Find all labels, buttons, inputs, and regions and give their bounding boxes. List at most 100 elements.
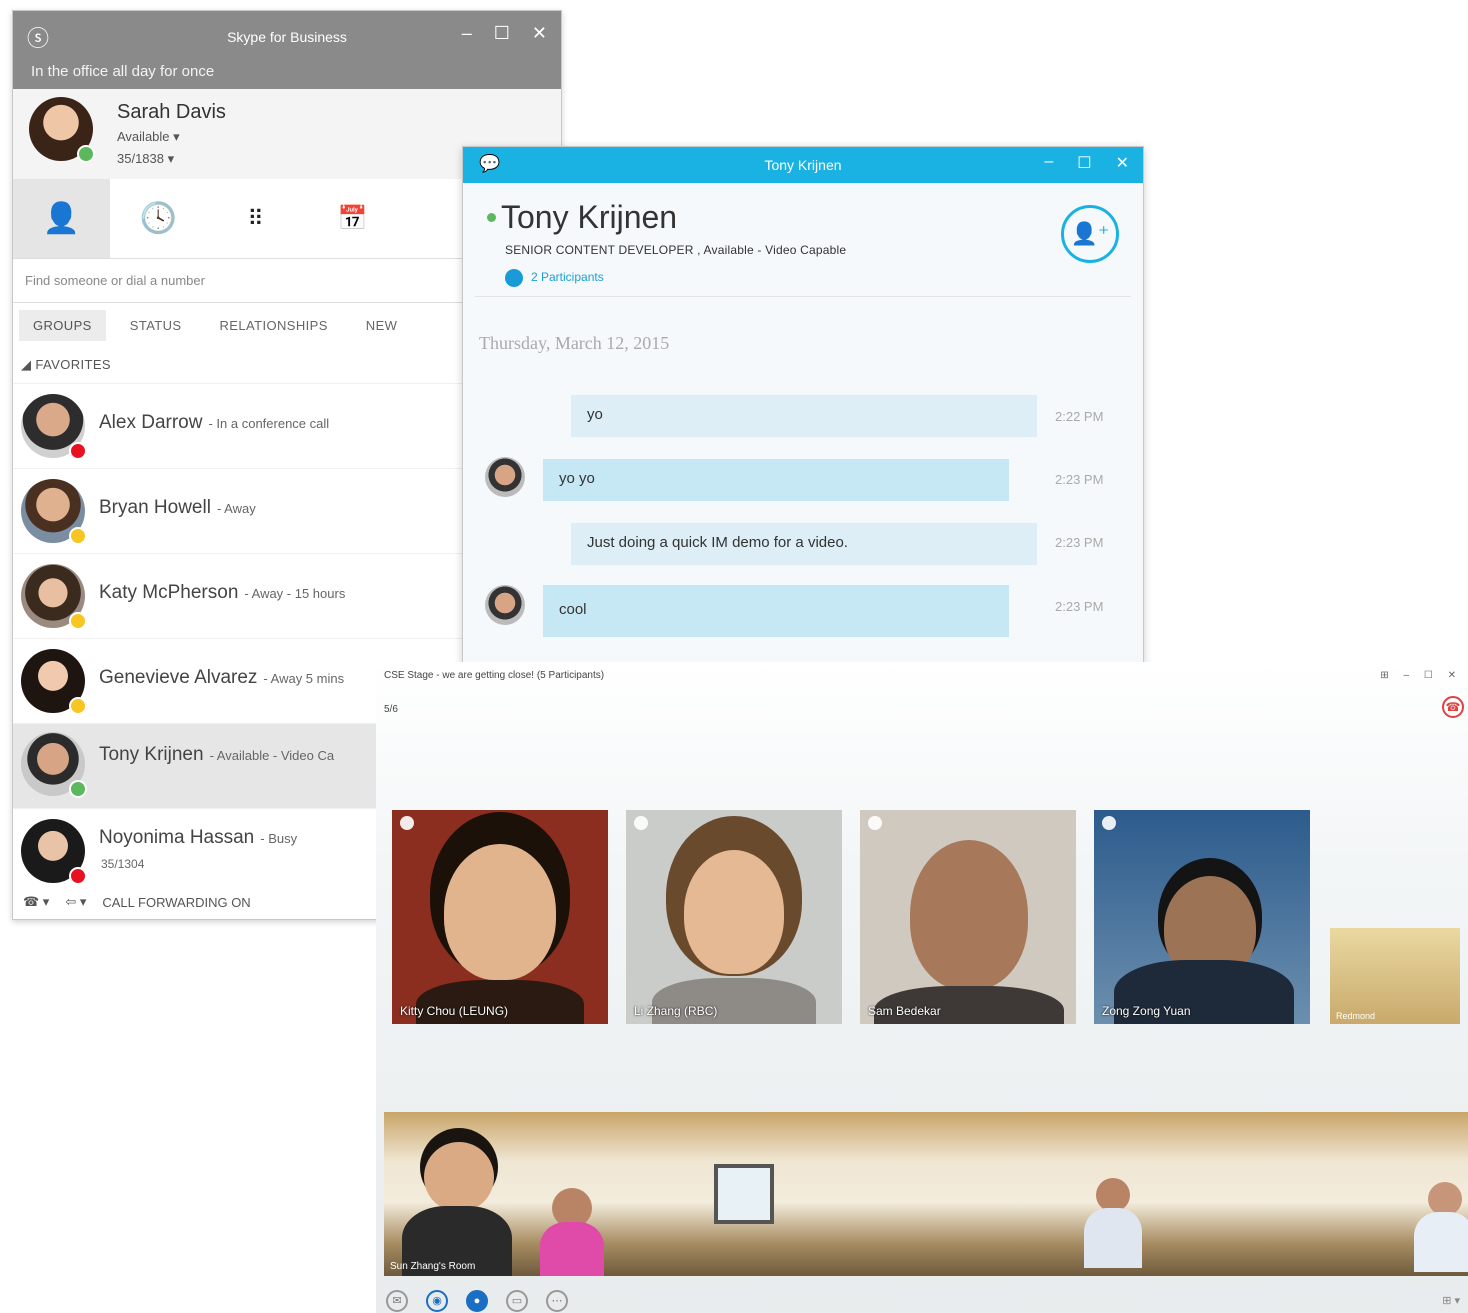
participant-count[interactable]: 5/6	[384, 704, 398, 715]
contact-status: - Away - 15 hours	[244, 586, 346, 601]
monitor-icon: ▭	[511, 1295, 523, 1307]
available-presence-icon	[487, 213, 496, 222]
meeting-title: CSE Stage - we are getting close! (5 Par…	[384, 670, 605, 681]
video-button[interactable]: ◉	[426, 1290, 448, 1312]
call-forward-button[interactable]: ⇦ ▾	[65, 894, 86, 910]
participant-name: Zong Zong Yuan	[1102, 1004, 1191, 1018]
clock-icon: 🕓	[139, 202, 178, 235]
more-icon: ⋯	[551, 1295, 563, 1307]
contact-avatar	[21, 564, 87, 630]
chat-icon: ✉	[392, 1295, 402, 1307]
dialpad-icon: ⠿	[247, 205, 264, 231]
contacts-tab[interactable]: 👤	[13, 179, 110, 258]
presence-status-dropdown[interactable]: Available ▾	[117, 129, 180, 145]
tab-new[interactable]: NEW	[352, 310, 412, 341]
microphone-icon	[1102, 816, 1116, 830]
maximize-button[interactable]: ☐	[494, 23, 510, 44]
calendar-icon: 📅	[337, 205, 368, 232]
contact-name: Alex Darrow	[99, 412, 203, 433]
contact-status: - Away	[216, 501, 256, 516]
tab-status[interactable]: STATUS	[116, 310, 196, 341]
im-conversation-window: 💬 Tony Krijnen – ☐ ✕ Tony Krijnen SENIOR…	[462, 146, 1144, 666]
contact-location: 35/1304	[101, 857, 145, 871]
add-person-icon: 👤⁺	[1070, 221, 1110, 246]
panoramic-room-video[interactable]: Sun Zhang's Room	[384, 1112, 1468, 1276]
call-forwarding-status[interactable]: CALL FORWARDING ON	[102, 895, 250, 910]
participant-name: Li Zhang (RBC)	[634, 1004, 718, 1018]
microphone-icon	[634, 816, 648, 830]
more-button[interactable]: ⋯	[546, 1290, 568, 1312]
contact-name: Bryan Howell	[99, 497, 211, 518]
chat-titlebar: 💬 Tony Krijnen – ☐ ✕	[463, 147, 1143, 183]
user-avatar[interactable]	[29, 97, 95, 163]
video-tile[interactable]: Zong Zong Yuan	[1094, 810, 1310, 1024]
meetings-tab[interactable]: 📅	[304, 179, 401, 258]
message-time: 2:23 PM	[1055, 535, 1104, 550]
contact-avatar	[21, 732, 87, 798]
mic-button[interactable]: ●	[466, 1290, 488, 1312]
message-bubble: cool	[543, 585, 1009, 637]
location-dropdown[interactable]: 35/1838 ▾	[117, 151, 174, 167]
sender-avatar	[485, 457, 525, 497]
add-participant-button[interactable]: 👤⁺	[1061, 205, 1119, 263]
contact-status: - In a conference call	[208, 416, 330, 431]
room-label: Sun Zhang's Room	[390, 1261, 476, 1272]
microphone-icon: ●	[473, 1295, 481, 1307]
participant-name: Sam Bedekar	[868, 1004, 941, 1018]
tab-groups[interactable]: GROUPS	[19, 309, 106, 341]
message-time: 2:23 PM	[1055, 472, 1104, 487]
message-bubble: yo yo	[543, 459, 1009, 501]
contact-avatar	[21, 394, 87, 460]
contact-name: Tony Krijnen	[501, 199, 678, 235]
participants-count: 2 Participants	[531, 270, 604, 285]
message-time: 2:23 PM	[1055, 599, 1104, 614]
meeting-toolbar: ✉ ◉ ● ▭ ⋯	[386, 1290, 568, 1312]
contact-name: Katy McPherson	[99, 582, 239, 603]
away-presence-icon	[69, 612, 87, 630]
video-meeting-window: CSE Stage - we are getting close! (5 Par…	[376, 662, 1468, 1313]
minimize-button[interactable]: –	[1044, 153, 1053, 173]
conversations-tab[interactable]: 🕓	[110, 179, 207, 258]
video-tile[interactable]: Kitty Chou (LEUNG)	[392, 810, 608, 1024]
phone-tab[interactable]: ⠿	[207, 179, 304, 258]
phone-options-button[interactable]: ☎ ▾	[23, 894, 49, 910]
meeting-window-controls[interactable]: ⊞ – ☐ ✕	[1380, 670, 1462, 681]
busy-presence-icon	[69, 867, 87, 885]
close-button[interactable]: ✕	[532, 23, 547, 44]
personal-note[interactable]: In the office all day for once	[31, 63, 214, 80]
contact-title-status: SENIOR CONTENT DEVELOPER , Available - V…	[505, 243, 847, 257]
tab-relationships[interactable]: RELATIONSHIPS	[206, 310, 342, 341]
layout-options-button[interactable]: ⊞ ▾	[1442, 1294, 1460, 1307]
contact-status: - Available - Video Ca	[209, 748, 335, 763]
minimize-button[interactable]: –	[462, 23, 472, 44]
contact-avatar	[21, 819, 87, 885]
contact-avatar	[21, 649, 87, 715]
available-presence-icon	[69, 780, 87, 798]
video-tile[interactable]: Redmond	[1330, 928, 1460, 1024]
conversation-header: Tony Krijnen SENIOR CONTENT DEVELOPER , …	[475, 183, 1131, 297]
conversation-date: Thursday, March 12, 2015	[479, 333, 670, 353]
busy-presence-icon	[69, 442, 87, 460]
present-button[interactable]: ▭	[506, 1290, 528, 1312]
message-bubble: yo	[571, 395, 1037, 437]
hang-up-icon: ☎	[1445, 700, 1461, 714]
participants-icon	[505, 269, 523, 287]
user-name: Sarah Davis	[117, 101, 226, 123]
away-presence-icon	[69, 527, 87, 545]
close-button[interactable]: ✕	[1116, 153, 1129, 173]
contact-status: - Busy	[260, 831, 298, 846]
hang-up-button[interactable]: ☎	[1442, 696, 1464, 718]
video-tile[interactable]: Sam Bedekar	[860, 810, 1076, 1024]
video-tile[interactable]: Li Zhang (RBC)	[626, 810, 842, 1024]
microphone-icon	[868, 816, 882, 830]
away-presence-icon	[69, 697, 87, 715]
camera-icon: ◉	[432, 1295, 442, 1307]
contact-name: Genevieve Alvarez	[99, 667, 258, 688]
im-button[interactable]: ✉	[386, 1290, 408, 1312]
participant-name: Kitty Chou (LEUNG)	[400, 1004, 509, 1018]
participants-link[interactable]: 2 Participants	[505, 269, 604, 287]
message-bubble: Just doing a quick IM demo for a video.	[571, 523, 1037, 565]
available-presence-icon	[77, 145, 95, 163]
chat-window-title: Tony Krijnen	[764, 157, 842, 173]
maximize-button[interactable]: ☐	[1077, 153, 1091, 173]
